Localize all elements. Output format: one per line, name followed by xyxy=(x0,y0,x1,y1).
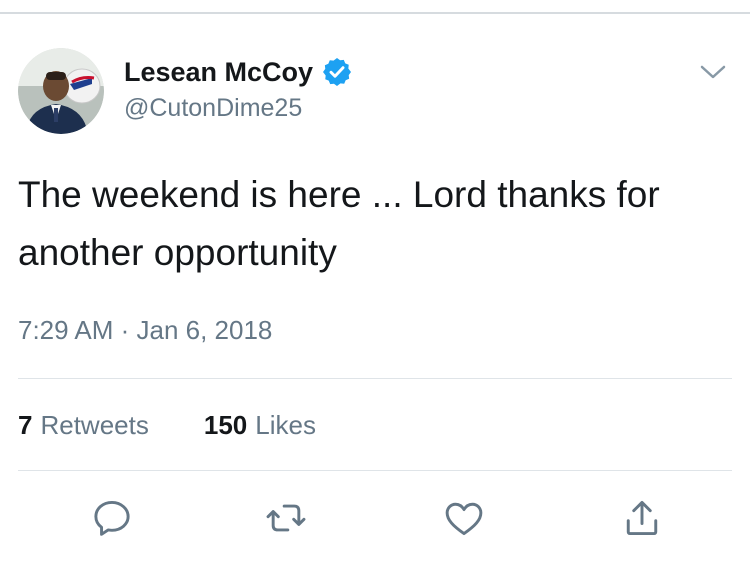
share-button[interactable] xyxy=(618,494,666,542)
avatar-image xyxy=(18,48,104,134)
top-border xyxy=(0,0,750,14)
tweet-text: The weekend is here ... Lord thanks for … xyxy=(18,174,660,273)
divider xyxy=(18,470,732,471)
more-options-chevron-down-icon[interactable] xyxy=(697,58,729,86)
share-icon xyxy=(626,500,658,536)
retweets-label: Retweets xyxy=(40,410,149,440)
display-name: Lesean McCoy xyxy=(124,56,314,87)
retweets-count: 7 xyxy=(18,410,33,440)
likes-count: 150 xyxy=(203,410,248,440)
retweet-button[interactable] xyxy=(262,494,310,542)
likes-stat[interactable]: 150 Likes xyxy=(204,410,316,441)
reply-icon xyxy=(94,500,130,536)
retweet-icon xyxy=(266,504,306,532)
display-name-row[interactable]: Lesean McCoy xyxy=(124,56,353,88)
retweets-stat[interactable]: 7 Retweets xyxy=(18,410,149,441)
divider xyxy=(18,378,732,379)
avatar[interactable] xyxy=(18,48,104,134)
likes-label: Likes xyxy=(255,410,316,440)
verified-badge-icon xyxy=(321,56,353,88)
like-icon xyxy=(445,502,483,536)
like-button[interactable] xyxy=(440,494,488,542)
user-handle[interactable]: @CutonDime25 xyxy=(124,94,302,123)
engagement-stats: 7 Retweets 150 Likes xyxy=(18,410,316,441)
tweet-timestamp[interactable]: 7:29 AM · Jan 6, 2018 xyxy=(18,315,272,346)
reply-button[interactable] xyxy=(88,494,136,542)
